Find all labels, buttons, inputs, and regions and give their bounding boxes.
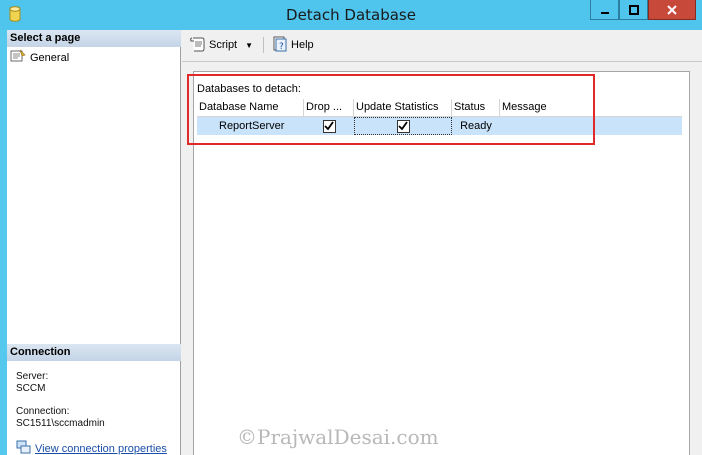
toolbar: Script ▼ ? Help [182,30,702,60]
left-pane: Select a page General Connection Server:… [7,30,181,455]
title-bar: Detach Database [0,0,702,30]
script-button[interactable]: Script [190,36,237,55]
connection-label: Connection: [16,406,70,417]
toolbar-divider [182,61,702,62]
script-icon [190,36,206,55]
help-label: Help [291,39,314,51]
server-value: SCCM [16,383,46,394]
maximize-button[interactable] [619,0,648,20]
script-dropdown-icon[interactable]: ▼ [245,41,253,50]
select-page-header: Select a page [7,30,181,47]
page-item-label: General [30,51,70,64]
page-item-general[interactable]: General [10,49,69,66]
script-label: Script [209,39,238,51]
connection-value: SC1511\sccmadmin [16,418,105,429]
connection-properties-icon [16,440,31,455]
connection-header: Connection [7,344,181,361]
view-connection-properties-link[interactable]: View connection properties [16,440,167,455]
help-button[interactable]: ? Help [272,36,314,55]
close-button[interactable] [648,0,696,20]
view-connection-properties-label: View connection properties [35,442,167,455]
minimize-button[interactable] [590,0,619,20]
toolbar-separator [263,37,265,53]
svg-text:?: ? [279,42,284,52]
page-icon [10,49,26,66]
watermark: ©PrajwalDesai.com [237,425,439,449]
help-icon: ? [272,36,288,55]
annotation-highlight-box [187,74,595,145]
server-label: Server: [16,371,49,382]
